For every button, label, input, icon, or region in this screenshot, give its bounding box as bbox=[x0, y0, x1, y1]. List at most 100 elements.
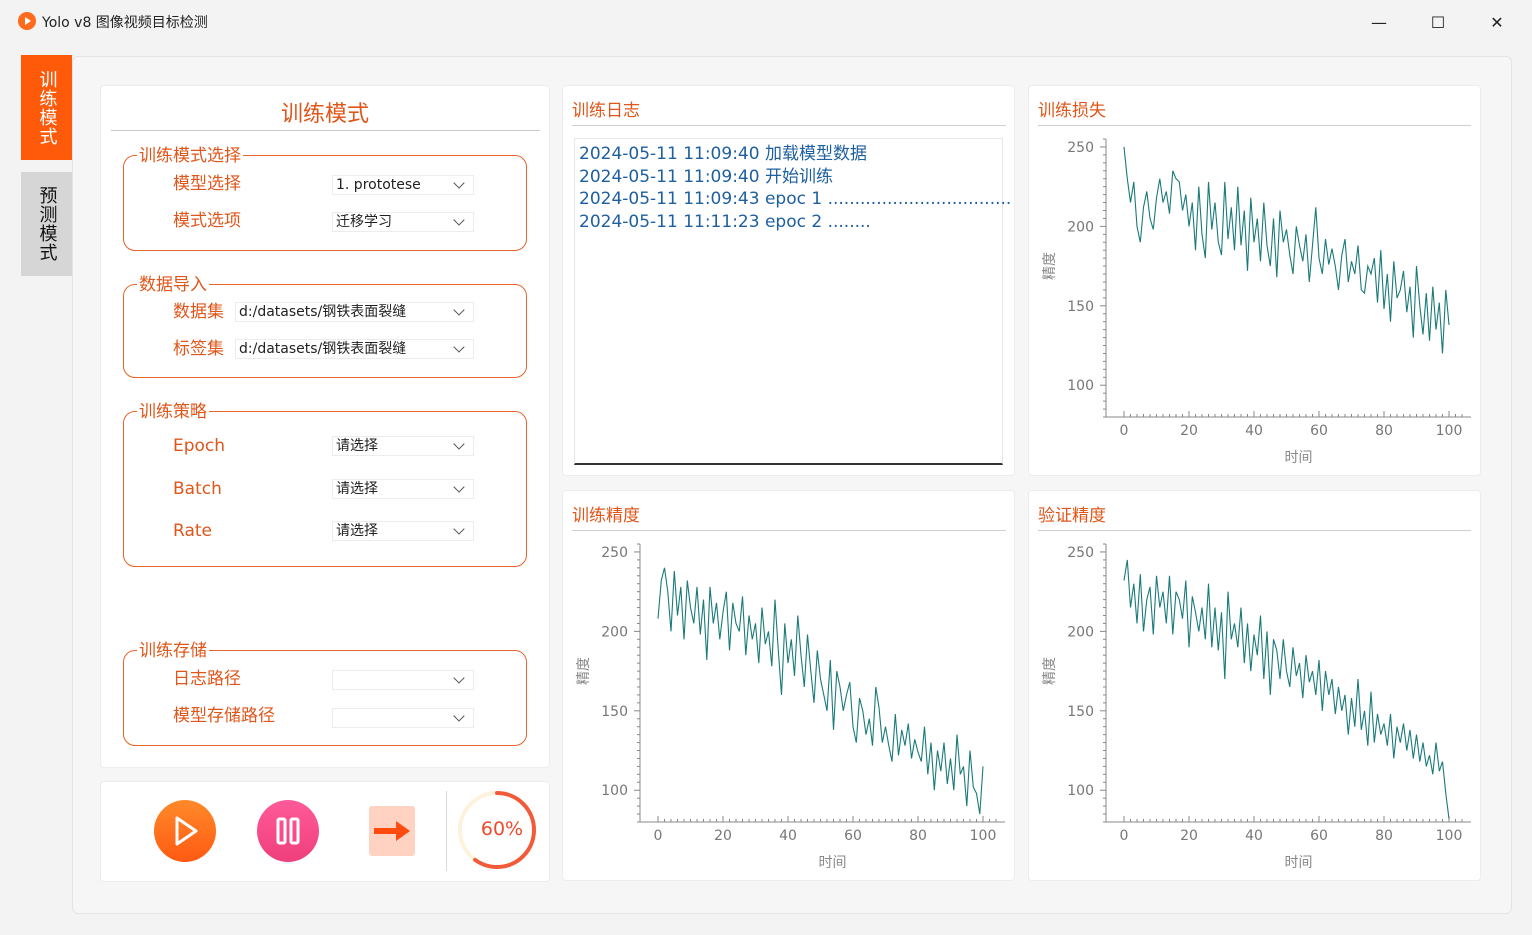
group-title: 数据导入 bbox=[137, 275, 209, 295]
dataset-dropdown[interactable]: d:/datasets/钢铁表面裂缝 bbox=[235, 302, 474, 322]
model-path-dropdown[interactable] bbox=[332, 708, 474, 728]
start-button[interactable] bbox=[154, 800, 216, 862]
y-tick-label: 100 bbox=[1067, 378, 1094, 394]
pause-icon bbox=[276, 817, 300, 845]
group-model-select bbox=[123, 155, 527, 251]
log-path-dropdown[interactable] bbox=[332, 670, 474, 690]
divider bbox=[1038, 125, 1471, 126]
tab-predict-mode[interactable]: 预测模式 bbox=[21, 172, 72, 276]
next-button[interactable] bbox=[369, 806, 415, 856]
title-bar bbox=[0, 0, 1532, 44]
x-tick-label: 100 bbox=[1436, 423, 1463, 439]
x-tick-label: 20 bbox=[1180, 423, 1198, 439]
group-title: 训练模式选择 bbox=[137, 146, 243, 166]
x-tick-label: 60 bbox=[844, 828, 862, 844]
pause-button[interactable] bbox=[257, 800, 319, 862]
panel-title: 训练模式 bbox=[280, 102, 369, 127]
batch-dropdown[interactable]: 请选择 bbox=[332, 479, 474, 499]
field-label: 标签集 bbox=[173, 339, 224, 359]
x-tick-label: 0 bbox=[1120, 828, 1129, 844]
divider bbox=[446, 791, 447, 871]
y-tick-label: 250 bbox=[1067, 140, 1094, 156]
field-label: 数据集 bbox=[173, 302, 224, 322]
x-tick-label: 40 bbox=[1245, 828, 1263, 844]
y-tick-label: 250 bbox=[1067, 545, 1094, 561]
dropdown-value: 请选择 bbox=[336, 523, 378, 539]
tab-label: 预测模式 bbox=[36, 186, 58, 262]
x-tick-label: 100 bbox=[970, 828, 997, 844]
field-label: Rate bbox=[173, 521, 212, 541]
progress-ring: 60% bbox=[458, 791, 536, 869]
y-tick-label: 200 bbox=[601, 624, 628, 640]
tab-train-mode[interactable]: 训练模式 bbox=[21, 55, 72, 160]
y-tick-label: 100 bbox=[1067, 783, 1094, 799]
play-icon bbox=[175, 816, 198, 846]
x-tick-label: 80 bbox=[909, 828, 927, 844]
close-button[interactable]: ✕ bbox=[1468, 6, 1526, 38]
chevron-down-icon bbox=[453, 481, 465, 493]
y-axis-label: 精度 bbox=[1042, 252, 1058, 280]
group-title: 训练策略 bbox=[137, 402, 209, 422]
divider bbox=[572, 530, 1006, 531]
group-title: 训练存储 bbox=[137, 641, 209, 661]
chevron-down-icon bbox=[453, 523, 465, 535]
x-tick-label: 80 bbox=[1375, 423, 1393, 439]
field-label: Epoch bbox=[173, 436, 226, 456]
x-axis-label: 时间 bbox=[819, 855, 847, 871]
field-label: 日志路径 bbox=[173, 669, 241, 689]
chart-title: 验证精度 bbox=[1038, 506, 1106, 526]
x-tick-label: 40 bbox=[1245, 423, 1263, 439]
mode-option-dropdown[interactable]: 迁移学习 bbox=[332, 212, 474, 232]
dropdown-value: 请选择 bbox=[336, 481, 378, 497]
log-line: 2024-05-11 11:09:43 epoc 1 .............… bbox=[579, 189, 1012, 209]
chevron-down-icon bbox=[453, 710, 465, 722]
x-tick-label: 0 bbox=[654, 828, 663, 844]
x-tick-label: 20 bbox=[1180, 828, 1198, 844]
group-data-import bbox=[123, 284, 527, 378]
x-axis-label: 时间 bbox=[1285, 855, 1313, 871]
chart-title: 训练损失 bbox=[1038, 101, 1106, 121]
maximize-button[interactable]: ☐ bbox=[1409, 6, 1467, 38]
rate-dropdown[interactable]: 请选择 bbox=[332, 521, 474, 541]
series-line bbox=[657, 567, 984, 815]
y-axis-label: 精度 bbox=[1042, 657, 1058, 685]
log-line: 2024-05-11 11:09:40 加载模型数据 bbox=[579, 144, 867, 164]
x-tick-label: 60 bbox=[1310, 423, 1328, 439]
chevron-down-icon bbox=[453, 177, 465, 189]
x-tick-label: 100 bbox=[1436, 828, 1463, 844]
y-tick-label: 150 bbox=[1067, 704, 1094, 720]
y-tick-label: 100 bbox=[601, 783, 628, 799]
y-tick-label: 150 bbox=[1067, 299, 1094, 315]
divider bbox=[572, 125, 1006, 126]
y-tick-label: 200 bbox=[1067, 219, 1094, 235]
divider bbox=[1038, 530, 1471, 531]
arrow-right-icon bbox=[374, 821, 410, 841]
minimize-button[interactable]: — bbox=[1350, 6, 1408, 38]
chevron-down-icon bbox=[453, 341, 465, 353]
dropdown-value: d:/datasets/钢铁表面裂缝 bbox=[239, 341, 407, 357]
y-tick-label: 250 bbox=[601, 545, 628, 561]
chevron-down-icon bbox=[453, 438, 465, 450]
x-axis-label: 时间 bbox=[1285, 450, 1313, 466]
y-axis-label: 精度 bbox=[576, 657, 592, 685]
x-tick-label: 0 bbox=[1120, 423, 1129, 439]
x-tick-label: 20 bbox=[714, 828, 732, 844]
field-label: 模式选项 bbox=[173, 211, 241, 231]
log-line: 2024-05-11 11:09:40 开始训练 bbox=[579, 166, 833, 187]
dropdown-value: 请选择 bbox=[336, 438, 378, 454]
field-label: Batch bbox=[173, 479, 222, 499]
app-play-icon bbox=[18, 12, 36, 30]
chevron-down-icon bbox=[453, 304, 465, 316]
tab-label: 训练模式 bbox=[36, 69, 58, 146]
progress-label: 60% bbox=[481, 818, 523, 840]
labelset-dropdown[interactable]: d:/datasets/钢铁表面裂缝 bbox=[235, 339, 474, 359]
field-label: 模型存储路径 bbox=[173, 706, 275, 726]
epoch-dropdown[interactable]: 请选择 bbox=[332, 436, 474, 456]
chart-title: 训练精度 bbox=[572, 506, 640, 526]
log-line: 2024-05-11 11:11:23 epoc 2 ........ bbox=[579, 211, 871, 232]
y-tick-label: 200 bbox=[1067, 624, 1094, 640]
model-select-dropdown[interactable]: 1. prototese bbox=[332, 175, 474, 195]
divider bbox=[111, 130, 540, 131]
chevron-down-icon bbox=[453, 672, 465, 684]
log-title: 训练日志 bbox=[572, 101, 640, 121]
